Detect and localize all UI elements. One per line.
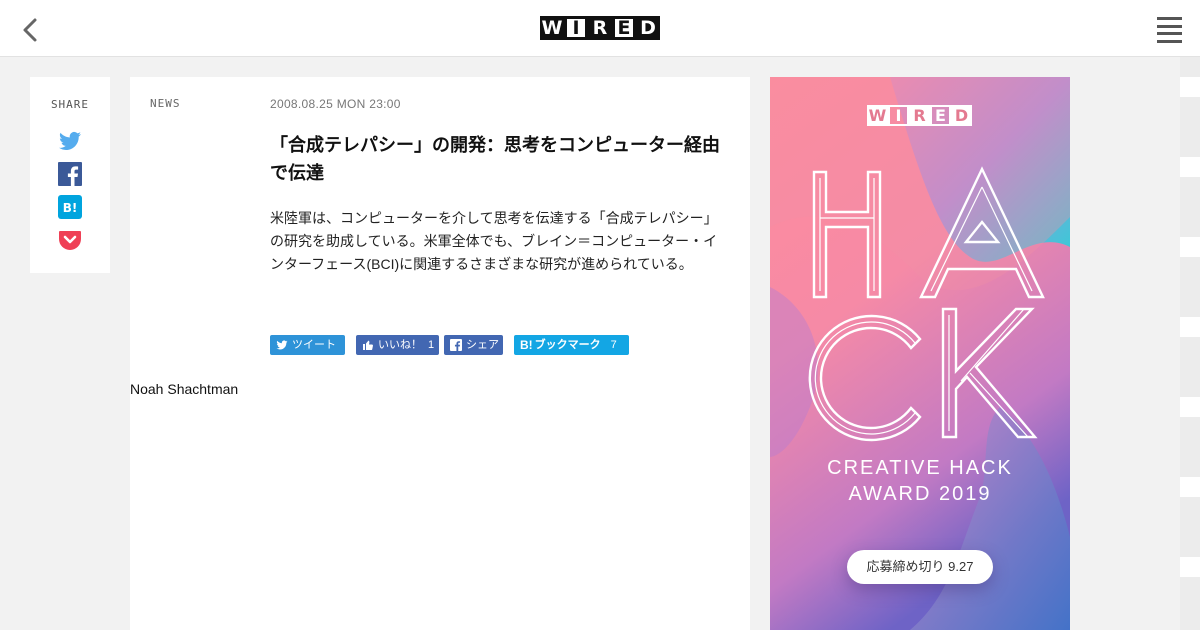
share-panel: SHARE B! bbox=[30, 77, 110, 273]
ad-wired-logo: W I R E D bbox=[867, 105, 972, 126]
like-label: いいね！ bbox=[378, 339, 422, 351]
back-button[interactable] bbox=[18, 16, 44, 44]
like-count: 1 bbox=[428, 339, 435, 351]
logo-letter: R bbox=[588, 16, 612, 40]
facebook-share-button[interactable] bbox=[58, 162, 82, 186]
facebook-icon bbox=[58, 162, 82, 186]
hamburger-menu-button[interactable] bbox=[1157, 17, 1183, 43]
ad-award-title: CREATIVE HACK AWARD 2019 bbox=[770, 455, 1070, 507]
article-author[interactable]: Noah Shachtman bbox=[130, 381, 238, 397]
article-lead: 米陸軍は、コンピューターを介して思考を伝達する「合成テレパシー」の研究を助成して… bbox=[270, 210, 718, 272]
twitter-icon bbox=[59, 131, 81, 150]
hatena-bookmark-icon: B! bbox=[58, 195, 82, 219]
pocket-icon bbox=[59, 231, 81, 250]
facebook-icon bbox=[450, 339, 462, 351]
svg-text:B!: B! bbox=[63, 201, 78, 215]
fb-share-label: シェア bbox=[466, 339, 499, 351]
logo-letter: D bbox=[951, 105, 972, 126]
logo-letter: E bbox=[612, 16, 636, 40]
hatena-bookmark-icon: B! bbox=[520, 338, 533, 352]
hamburger-menu-icon bbox=[1157, 17, 1183, 43]
hatena-label: ブックマーク bbox=[534, 339, 601, 351]
logo-letter: I bbox=[564, 16, 588, 40]
share-label: SHARE bbox=[50, 98, 90, 111]
facebook-like-button[interactable]: いいね！ 1 bbox=[356, 335, 439, 355]
chevron-left-icon bbox=[23, 18, 37, 42]
logo-letter: W bbox=[867, 105, 888, 126]
pocket-share-button[interactable] bbox=[58, 228, 82, 252]
creative-hack-award-ad[interactable]: W I R E D CREATIVE HACK AWARD 2019 応募締め切… bbox=[770, 77, 1070, 630]
ad-award-line1: CREATIVE HACK bbox=[827, 457, 1013, 479]
twitter-share-button[interactable] bbox=[58, 129, 82, 153]
ad-award-line2: AWARD 2019 bbox=[848, 483, 992, 505]
article-category[interactable]: NEWS bbox=[150, 97, 181, 110]
article-date: 2008.08.25 MON 23:00 bbox=[270, 97, 401, 111]
logo-letter: I bbox=[888, 105, 909, 126]
hatena-bookmark-button[interactable]: B! ブックマーク 7 bbox=[514, 335, 629, 355]
hatena-count: 7 bbox=[610, 339, 617, 351]
logo-letter: E bbox=[930, 105, 951, 126]
twitter-icon bbox=[276, 339, 288, 349]
thumbs-up-icon bbox=[363, 340, 373, 350]
hatena-share-button[interactable]: B! bbox=[58, 195, 82, 219]
tweet-label: ツイート bbox=[292, 339, 336, 351]
facebook-share-button[interactable]: シェア bbox=[444, 335, 503, 355]
right-edge-ad-strip[interactable] bbox=[1180, 57, 1200, 630]
tweet-button[interactable]: ツイート bbox=[270, 335, 345, 355]
logo-letter: W bbox=[540, 16, 564, 40]
logo-letter: R bbox=[909, 105, 930, 126]
article-title[interactable]: 「合成テレパシー」の開発：思考をコンピューター経由で伝達 bbox=[270, 131, 730, 187]
wired-logo[interactable]: W I R E D bbox=[540, 16, 660, 40]
ad-deadline-button[interactable]: 応募締め切り 9.27 bbox=[847, 550, 993, 584]
article-card: NEWS 2008.08.25 MON 23:00 「合成テレパシー」の開発：思… bbox=[130, 77, 750, 630]
ad-background bbox=[770, 77, 1070, 630]
logo-letter: D bbox=[636, 16, 660, 40]
top-header: W I R E D bbox=[0, 0, 1200, 57]
